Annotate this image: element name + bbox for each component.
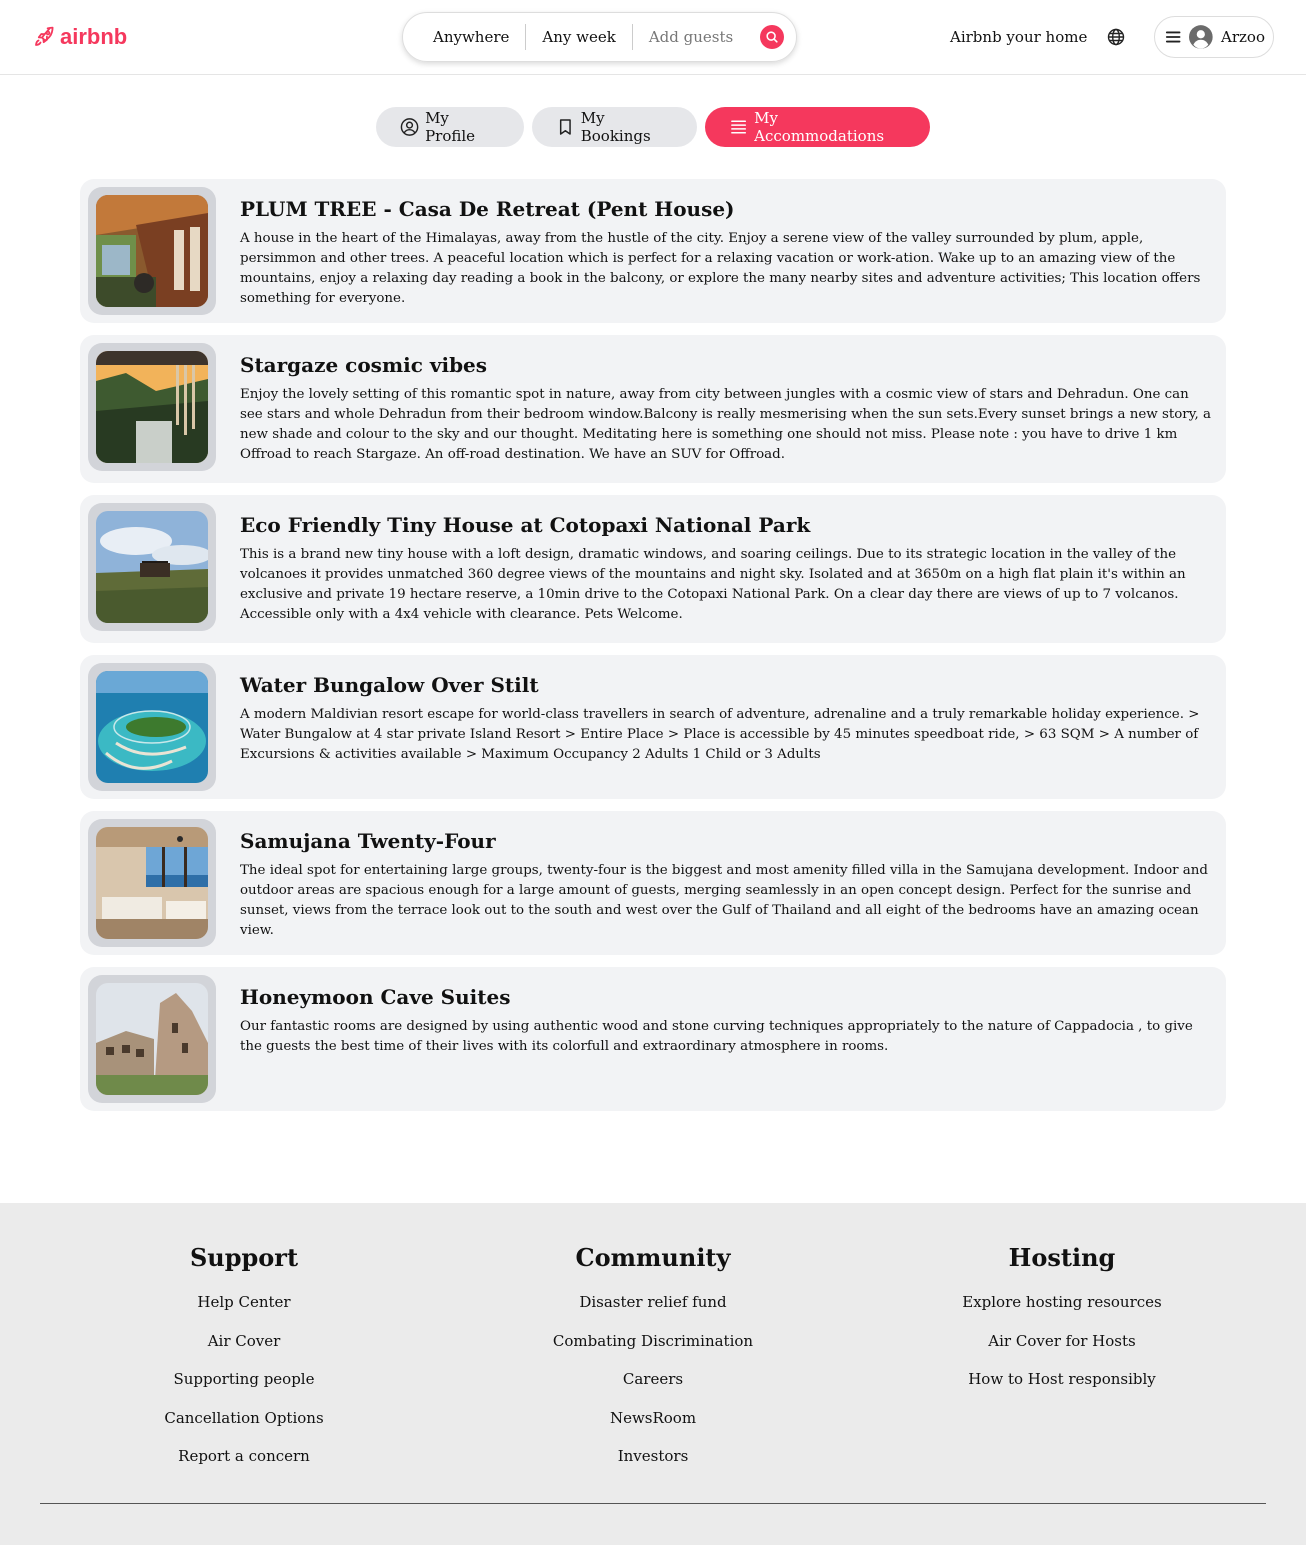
user-name: Arzoo [1221, 28, 1265, 46]
tab-label: My Accommodations [754, 109, 885, 145]
accommodation-thumbnail [88, 503, 216, 631]
accommodation-title: Water Bungalow Over Stilt [240, 673, 539, 697]
brand-logo[interactable]: airbnb [32, 24, 127, 50]
accommodation-card[interactable]: Eco Friendly Tiny House at Cotopaxi Nati… [80, 495, 1226, 643]
tab-my-accommodations[interactable]: My Accommodations [705, 107, 930, 147]
tab-label: My Bookings [580, 109, 651, 145]
accommodation-photo [96, 195, 208, 307]
airbnb-your-home-link[interactable]: Airbnb your home [950, 28, 1087, 46]
accommodation-description: Enjoy the lovely setting of this romanti… [240, 387, 1211, 462]
accommodation-photo [96, 671, 208, 783]
accommodation-title: Stargaze cosmic vibes [240, 353, 488, 377]
tab-label: My Profile [425, 109, 476, 145]
footer-column-title: Hosting [1008, 1243, 1116, 1272]
accommodation-card[interactable]: PLUM TREE - Casa De Retreat (Pent House)… [80, 179, 1226, 323]
accommodation-title: PLUM TREE - Casa De Retreat (Pent House) [240, 197, 735, 221]
search-bar[interactable]: Anywhere Any week Add guests [402, 12, 797, 62]
hamburger-menu-icon [1165, 31, 1181, 43]
footer-divider [40, 1503, 1266, 1504]
accommodation-card[interactable]: Stargaze cosmic vibes Enjoy the lovely s… [80, 335, 1226, 483]
footer-link[interactable]: Cancellation Options [34, 1407, 454, 1446]
footer-link[interactable]: Report a concern [34, 1445, 454, 1484]
footer-column-community: Community Disaster relief fund Combating… [443, 1243, 863, 1484]
accommodation-card[interactable]: Samujana Twenty-Four The ideal spot for … [80, 811, 1226, 955]
footer-link[interactable]: Air Cover [34, 1330, 454, 1369]
user-menu-button[interactable]: Arzoo [1154, 16, 1274, 58]
footer-link[interactable]: Help Center [34, 1291, 454, 1330]
footer-link[interactable]: Careers [443, 1368, 863, 1407]
footer-link[interactable]: Air Cover for Hosts [852, 1330, 1272, 1369]
accommodation-photo [96, 983, 208, 1095]
accommodation-photo [96, 351, 208, 463]
search-button[interactable] [760, 25, 784, 49]
tab-my-profile[interactable]: My Profile [376, 107, 524, 147]
footer-link[interactable]: Explore hosting resources [852, 1291, 1272, 1330]
accommodation-photo [96, 511, 208, 623]
footer: Support Help Center Air Cover Supporting… [0, 1203, 1306, 1545]
tab-my-bookings[interactable]: My Bookings [532, 107, 697, 147]
footer-link[interactable]: How to Host responsibly [852, 1368, 1272, 1407]
accommodation-description: The ideal spot for entertaining large gr… [240, 863, 1208, 938]
footer-link[interactable]: Investors [443, 1445, 863, 1484]
accommodation-description: This is a brand new tiny house with a lo… [240, 547, 1186, 622]
bookmark-icon [559, 119, 571, 135]
accommodation-description: Our fantastic rooms are designed by usin… [240, 1019, 1193, 1054]
accommodation-card[interactable]: Water Bungalow Over Stilt A modern Maldi… [80, 655, 1226, 799]
top-navbar: airbnb Anywhere Any week Add guests Airb… [0, 0, 1306, 75]
search-when[interactable]: Any week [526, 28, 631, 46]
accommodation-title: Samujana Twenty-Four [240, 829, 496, 853]
accommodation-title: Eco Friendly Tiny House at Cotopaxi Nati… [240, 513, 811, 537]
accommodation-description: A modern Maldivian resort escape for wor… [240, 707, 1200, 762]
accommodation-thumbnail [88, 663, 216, 791]
search-guests[interactable]: Add guests [633, 28, 749, 46]
footer-column-title: Community [575, 1243, 731, 1272]
accommodation-description: A house in the heart of the Himalayas, a… [240, 231, 1201, 306]
footer-link[interactable]: Disaster relief fund [443, 1291, 863, 1330]
accommodation-thumbnail [88, 343, 216, 471]
footer-link[interactable]: Supporting people [34, 1368, 454, 1407]
accommodation-thumbnail [88, 975, 216, 1103]
brand-name: airbnb [60, 24, 128, 49]
footer-column-hosting: Hosting Explore hosting resources Air Co… [852, 1243, 1272, 1407]
accommodation-photo [96, 827, 208, 939]
accommodation-card[interactable]: Honeymoon Cave Suites Our fantastic room… [80, 967, 1226, 1111]
list-icon [731, 120, 747, 134]
globe-icon[interactable] [1106, 27, 1126, 47]
account-tabs: My Profile My Bookings My Accommodations [0, 107, 1306, 147]
footer-link[interactable]: Combating Discrimination [443, 1330, 863, 1369]
accommodation-thumbnail [88, 187, 216, 315]
footer-column-title: Support [189, 1243, 299, 1272]
footer-column-support: Support Help Center Air Cover Supporting… [34, 1243, 454, 1484]
rocket-icon [35, 26, 54, 46]
user-circle-icon [400, 118, 419, 136]
footer-link[interactable]: NewsRoom [443, 1407, 863, 1446]
accommodation-thumbnail [88, 819, 216, 947]
search-where[interactable]: Anywhere [417, 28, 525, 46]
accommodation-title: Honeymoon Cave Suites [240, 985, 511, 1009]
avatar [1189, 25, 1214, 49]
search-icon [766, 31, 778, 43]
